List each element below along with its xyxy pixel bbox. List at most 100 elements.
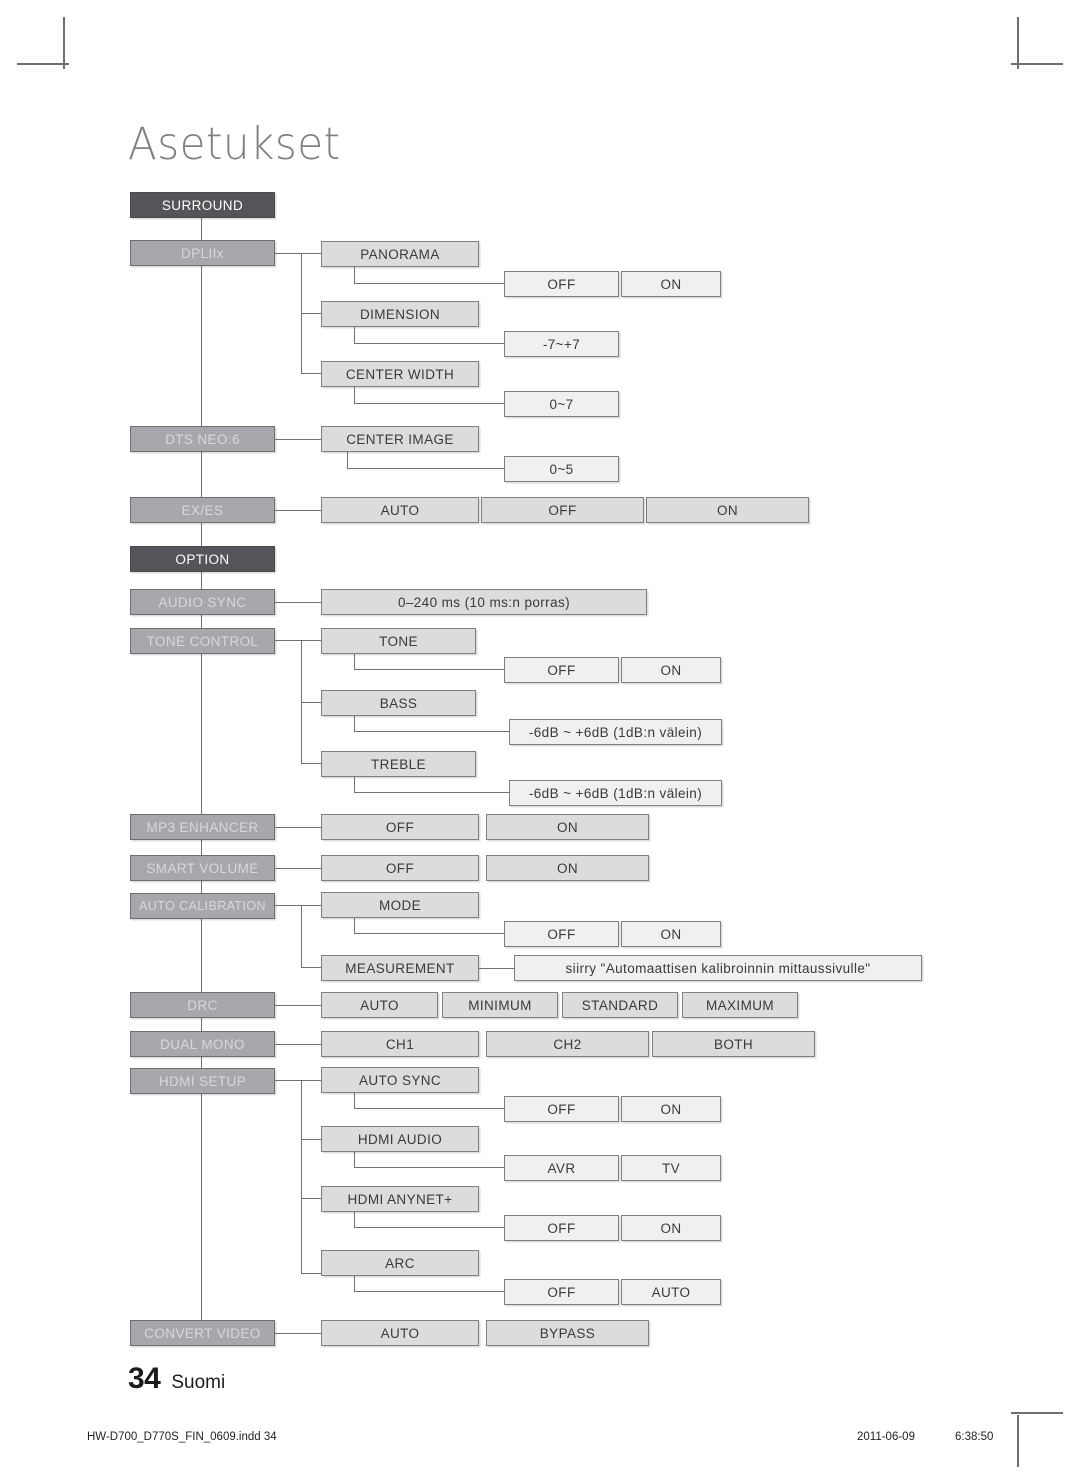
node-dts-neo6[interactable]: DTS NEO:6 xyxy=(130,426,275,452)
node-smart-off[interactable]: OFF xyxy=(321,855,479,881)
node-hdmi-setup[interactable]: HDMI SETUP xyxy=(130,1068,275,1094)
node-arc-auto[interactable]: AUTO xyxy=(621,1279,721,1305)
node-auto-calibration-label: AUTO CALIBRATION xyxy=(139,899,266,913)
node-measurement[interactable]: MEASUREMENT xyxy=(321,955,479,981)
node-mode-off[interactable]: OFF xyxy=(504,921,619,947)
node-tone-label: TONE xyxy=(379,633,418,649)
node-mp3-enhancer-label: MP3 ENHANCER xyxy=(146,819,259,835)
node-measurement-label: MEASUREMENT xyxy=(345,960,455,976)
node-bass[interactable]: BASS xyxy=(321,690,476,716)
node-dpllix[interactable]: DPLIIx xyxy=(130,240,275,266)
tone-control-to-bass xyxy=(301,702,321,703)
node-hdmi-audio-tv-label: TV xyxy=(661,1160,681,1176)
dpllix-to-panorama xyxy=(301,253,321,254)
node-center-image[interactable]: CENTER IMAGE xyxy=(321,426,479,452)
node-drc-label: DRC xyxy=(187,997,218,1013)
node-convert-video[interactable]: CONVERT VIDEO xyxy=(130,1320,275,1346)
node-hdmi-audio-tv[interactable]: TV xyxy=(621,1155,721,1181)
node-center-width-range[interactable]: 0~7 xyxy=(504,391,619,417)
node-drc-auto[interactable]: AUTO xyxy=(321,992,438,1018)
node-center-width-label: CENTER WIDTH xyxy=(345,366,455,382)
node-surround[interactable]: SURROUND xyxy=(130,192,275,218)
node-hdmi-audio[interactable]: HDMI AUDIO xyxy=(321,1126,479,1152)
node-panorama-off[interactable]: OFF xyxy=(504,271,619,297)
node-tone-on[interactable]: ON xyxy=(621,657,721,683)
node-measurement-note-label: siirry "Automaattisen kalibroinnin mitta… xyxy=(565,960,871,976)
node-arc-off[interactable]: OFF xyxy=(504,1279,619,1305)
dpllix-to-center-width xyxy=(301,373,321,374)
node-mp3-on[interactable]: ON xyxy=(486,814,649,840)
node-hdmi-setup-label: HDMI SETUP xyxy=(158,1073,247,1089)
tone-drop-v xyxy=(354,654,355,670)
node-option-label: OPTION xyxy=(175,551,230,567)
node-measurement-note[interactable]: siirry "Automaattisen kalibroinnin mitta… xyxy=(514,955,922,981)
node-center-image-range[interactable]: 0~5 xyxy=(504,456,619,482)
node-drc-auto-label: AUTO xyxy=(360,997,399,1013)
node-treble-label: TREBLE xyxy=(371,756,426,772)
node-ex-es-on-label: ON xyxy=(716,502,739,518)
node-convert-bypass[interactable]: BYPASS xyxy=(486,1320,649,1346)
node-bass-range[interactable]: -6dB ~ +6dB (1dB:n välein) xyxy=(509,719,722,745)
node-option[interactable]: OPTION xyxy=(130,546,275,572)
node-dual-ch2[interactable]: CH2 xyxy=(486,1031,649,1057)
node-smart-on[interactable]: ON xyxy=(486,855,649,881)
node-ex-es-auto[interactable]: AUTO xyxy=(321,497,479,523)
node-dimension-range[interactable]: -7~+7 xyxy=(504,331,619,357)
node-auto-calibration[interactable]: AUTO CALIBRATION xyxy=(130,893,275,919)
node-drc-standard[interactable]: STANDARD xyxy=(562,992,678,1018)
node-ex-es-on[interactable]: ON xyxy=(646,497,809,523)
node-tone-control[interactable]: TONE CONTROL xyxy=(130,628,275,654)
node-smart-volume-label: SMART VOLUME xyxy=(146,860,259,876)
auto-calibration-branch-stub xyxy=(275,905,301,906)
audio-sync-connector xyxy=(275,602,321,603)
node-tone-off[interactable]: OFF xyxy=(504,657,619,683)
node-dimension[interactable]: DIMENSION xyxy=(321,301,479,327)
node-auto-sync-off[interactable]: OFF xyxy=(504,1096,619,1122)
node-mode[interactable]: MODE xyxy=(321,892,479,918)
node-center-width-range-label: 0~7 xyxy=(549,396,574,412)
node-mode-on[interactable]: ON xyxy=(621,921,721,947)
node-dual-mono[interactable]: DUAL MONO xyxy=(130,1031,275,1057)
node-dual-ch2-label: CH2 xyxy=(553,1036,582,1052)
node-dual-ch1-label: CH1 xyxy=(385,1036,415,1052)
node-panorama-label: PANORAMA xyxy=(360,246,440,262)
node-tone[interactable]: TONE xyxy=(321,628,476,654)
ex-es-connector xyxy=(275,510,321,511)
node-mode-off-label: OFF xyxy=(547,926,576,942)
node-arc[interactable]: ARC xyxy=(321,1250,479,1276)
treble-drop-v xyxy=(354,777,355,793)
node-mp3-off[interactable]: OFF xyxy=(321,814,479,840)
node-treble[interactable]: TREBLE xyxy=(321,751,476,777)
node-drc-minimum[interactable]: MINIMUM xyxy=(442,992,558,1018)
node-mp3-on-label: ON xyxy=(556,819,579,835)
node-center-width[interactable]: CENTER WIDTH xyxy=(321,361,479,387)
node-drc-maximum[interactable]: MAXIMUM xyxy=(682,992,798,1018)
node-audio-sync-range[interactable]: 0–240 ms (10 ms:n porras) xyxy=(321,589,647,615)
node-ex-es-off[interactable]: OFF xyxy=(481,497,644,523)
node-mp3-enhancer[interactable]: MP3 ENHANCER xyxy=(130,814,275,840)
node-smart-volume[interactable]: SMART VOLUME xyxy=(130,855,275,881)
node-anynet-off[interactable]: OFF xyxy=(504,1215,619,1241)
node-panorama-on[interactable]: ON xyxy=(621,271,721,297)
node-auto-sync-on[interactable]: ON xyxy=(621,1096,721,1122)
node-ex-es[interactable]: EX/ES xyxy=(130,497,275,523)
node-arc-off-label: OFF xyxy=(547,1284,576,1300)
node-hdmi-audio-avr-label: AVR xyxy=(547,1160,576,1176)
hdmi-setup-to-arc xyxy=(301,1273,321,1274)
node-dual-ch1[interactable]: CH1 xyxy=(321,1031,479,1057)
node-hdmi-anynet-label: HDMI ANYNET+ xyxy=(347,1191,453,1207)
node-mode-label: MODE xyxy=(378,897,422,913)
node-hdmi-anynet[interactable]: HDMI ANYNET+ xyxy=(321,1186,479,1212)
node-dual-both[interactable]: BOTH xyxy=(652,1031,815,1057)
node-dpllix-label: DPLIIx xyxy=(181,245,224,261)
node-audio-sync[interactable]: AUDIO SYNC xyxy=(130,589,275,615)
node-hdmi-audio-avr[interactable]: AVR xyxy=(504,1155,619,1181)
node-drc[interactable]: DRC xyxy=(130,992,275,1018)
node-panorama[interactable]: PANORAMA xyxy=(321,241,479,267)
node-auto-sync[interactable]: AUTO SYNC xyxy=(321,1067,479,1093)
node-ex-es-label: EX/ES xyxy=(181,502,224,518)
node-convert-auto[interactable]: AUTO xyxy=(321,1320,479,1346)
node-anynet-on[interactable]: ON xyxy=(621,1215,721,1241)
node-treble-range[interactable]: -6dB ~ +6dB (1dB:n välein) xyxy=(509,780,722,806)
page-number: 34 xyxy=(128,1362,161,1395)
